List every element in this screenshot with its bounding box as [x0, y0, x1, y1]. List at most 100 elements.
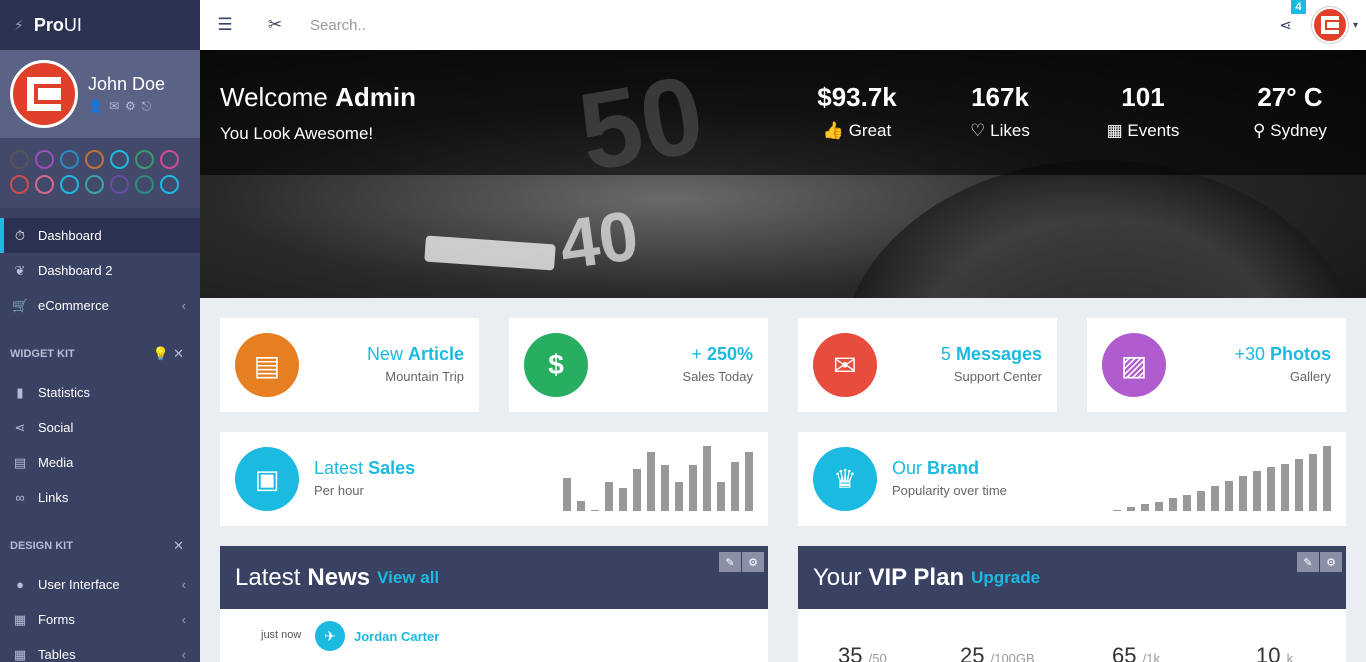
sidebar-item-media[interactable]: ▤ Media: [0, 445, 200, 480]
sidebar-item-statistics[interactable]: ▮ Statistics: [0, 375, 200, 410]
logout-icon[interactable]: ⎋: [142, 99, 158, 113]
share-icon[interactable]: ⋖ 4: [1279, 0, 1306, 34]
calendar-icon: ▦: [1106, 121, 1123, 140]
theme-swatch[interactable]: [160, 150, 179, 169]
chart-bar: [1211, 486, 1219, 511]
theme-swatch[interactable]: [135, 150, 154, 169]
widget-subtitle: Support Center: [953, 369, 1042, 384]
avatar[interactable]: [1311, 7, 1348, 43]
dollar-icon: $: [524, 333, 588, 397]
gear-icon[interactable]: ⚙: [742, 552, 764, 572]
map-marker-icon: ⚲: [1253, 121, 1266, 140]
widget-messages[interactable]: ✉ 5 Messages Support Center: [798, 318, 1057, 412]
user-name[interactable]: John Doe: [88, 74, 165, 95]
widget-title: Latest Sales: [314, 458, 416, 478]
theme-swatch[interactable]: [135, 175, 154, 194]
theme-swatch[interactable]: [35, 150, 54, 169]
stat-earnings[interactable]: $93.7k 👍 Great: [787, 82, 927, 141]
gear-icon[interactable]: ⚙: [125, 99, 142, 113]
widget-subtitle: Per hour: [314, 483, 364, 498]
sidebar-item-dashboard[interactable]: ⏱ Dashboard: [0, 218, 200, 253]
sidebar-item-user-interface[interactable]: ● User Interface ‹: [0, 567, 200, 602]
theme-swatch[interactable]: [10, 150, 29, 169]
widget-our-brand[interactable]: ♛ Our Brand Popularity over time: [798, 432, 1346, 526]
brand-logo[interactable]: ⚡ Pro UI: [0, 0, 200, 50]
theme-swatch[interactable]: [160, 175, 179, 194]
theme-swatch[interactable]: [110, 175, 129, 194]
chart-bar: [661, 465, 669, 511]
sidebar-item-label: Links: [38, 490, 69, 505]
sidebar-item-forms[interactable]: ▦ Forms ‹: [0, 602, 200, 637]
pencil-icon[interactable]: ✎: [1297, 552, 1319, 572]
welcome-tagline: You Look Awesome!: [220, 124, 374, 143]
sidebar-item-dashboard-2[interactable]: ❦ Dashboard 2: [0, 253, 200, 288]
vip-stat: 10 k: [1256, 643, 1294, 662]
sidebar-item-social[interactable]: ⋖ Social: [0, 410, 200, 445]
stopwatch-icon: ⏱: [14, 227, 26, 243]
mail-icon[interactable]: ✉: [109, 99, 125, 113]
vip-plan-block: Your VIP Plan Upgrade ✎ ⚙ 35 /50 25 /100GB …: [798, 546, 1346, 662]
theme-swatch[interactable]: [60, 150, 79, 169]
stat-likes[interactable]: 167k ♡ Likes: [930, 82, 1070, 141]
leaf-icon: ❦: [14, 262, 26, 278]
table-icon: ▦: [13, 646, 27, 662]
widget-sales-today[interactable]: $ + 250% Sales Today: [509, 318, 768, 412]
widget-new-article[interactable]: ▤ New Article Mountain Trip: [220, 318, 479, 412]
bolt-icon: ⚡: [14, 16, 24, 33]
chevron-down-icon[interactable]: ▾: [1353, 20, 1358, 31]
block-title-light: Latest: [235, 563, 301, 591]
sidebar-item-ecommerce[interactable]: 🛒 eCommerce ‹: [0, 288, 200, 323]
theme-swatch[interactable]: [110, 150, 129, 169]
news-author-link[interactable]: Jordan Carter: [354, 629, 439, 644]
chart-bar: [1323, 446, 1331, 511]
chart-bar: [1113, 510, 1121, 511]
user-icon[interactable]: 👤: [88, 99, 109, 113]
avatar[interactable]: [10, 60, 78, 128]
sidebar-item-label: eCommerce: [38, 298, 109, 313]
chart-bar: [605, 482, 613, 511]
stat-events[interactable]: 101 ▦ Events: [1073, 82, 1213, 141]
chart-bar: [1225, 481, 1233, 511]
theme-swatch[interactable]: [35, 175, 54, 194]
stat-label: Sydney: [1270, 121, 1327, 140]
theme-swatch[interactable]: [60, 175, 79, 194]
theme-swatch[interactable]: [10, 175, 29, 194]
menu-icon[interactable]: ☰: [200, 15, 250, 35]
stat-weather[interactable]: 27° C ⚲ Sydney: [1220, 82, 1360, 141]
sales-sparkline: [563, 446, 753, 511]
chart-bar: [1169, 498, 1177, 511]
chart-bar: [689, 465, 697, 511]
widget-photos[interactable]: ▨ +30 Photos Gallery: [1087, 318, 1346, 412]
latest-news-block: Latest News View all ✎ ⚙ just now ✈ Jordan …: [220, 546, 768, 662]
widget-latest-sales[interactable]: ▣ Latest Sales Per hour: [220, 432, 768, 526]
upgrade-link[interactable]: Upgrade: [971, 568, 1040, 588]
gear-icon[interactable]: ⚙: [1320, 552, 1342, 572]
search-input[interactable]: [310, 16, 710, 34]
notification-badge: 4: [1291, 0, 1306, 14]
tools-icon[interactable]: 💡✕: [153, 346, 188, 362]
film-icon: ▤: [13, 454, 27, 470]
chart-bar: [633, 469, 641, 511]
stat-value: 101: [1121, 82, 1165, 112]
chevron-left-icon: ‹: [181, 577, 186, 592]
hero-band: Welcome Admin You Look Awesome! $93.7k 👍 …: [200, 50, 1366, 175]
theme-swatch[interactable]: [85, 175, 104, 194]
sidebar-item-label: Forms: [38, 612, 75, 627]
sidebar-item-label: Social: [38, 420, 74, 435]
chart-bar: [745, 452, 753, 511]
sidebar-item-links[interactable]: ∞ Links: [0, 480, 200, 515]
theme-swatch[interactable]: [85, 150, 104, 169]
tools-icon[interactable]: ✂: [250, 15, 300, 35]
thumbs-up-icon: 👍: [822, 121, 844, 140]
wrench-icon[interactable]: ✕: [173, 538, 188, 554]
sidebar-item-tables[interactable]: ▦ Tables ‹: [0, 637, 200, 662]
view-all-link[interactable]: View all: [377, 568, 439, 588]
widget-subtitle: Sales Today: [682, 369, 753, 384]
pencil-icon[interactable]: ✎: [719, 552, 741, 572]
chart-bar: [647, 452, 655, 511]
widget-title: +30 Photos: [1234, 344, 1331, 364]
crown-icon: ♛: [813, 447, 877, 511]
nav-header-label: WIDGET KIT: [10, 348, 75, 360]
sidebar-item-label: Dashboard: [38, 228, 102, 243]
brand-bold: Pro: [33, 14, 64, 35]
